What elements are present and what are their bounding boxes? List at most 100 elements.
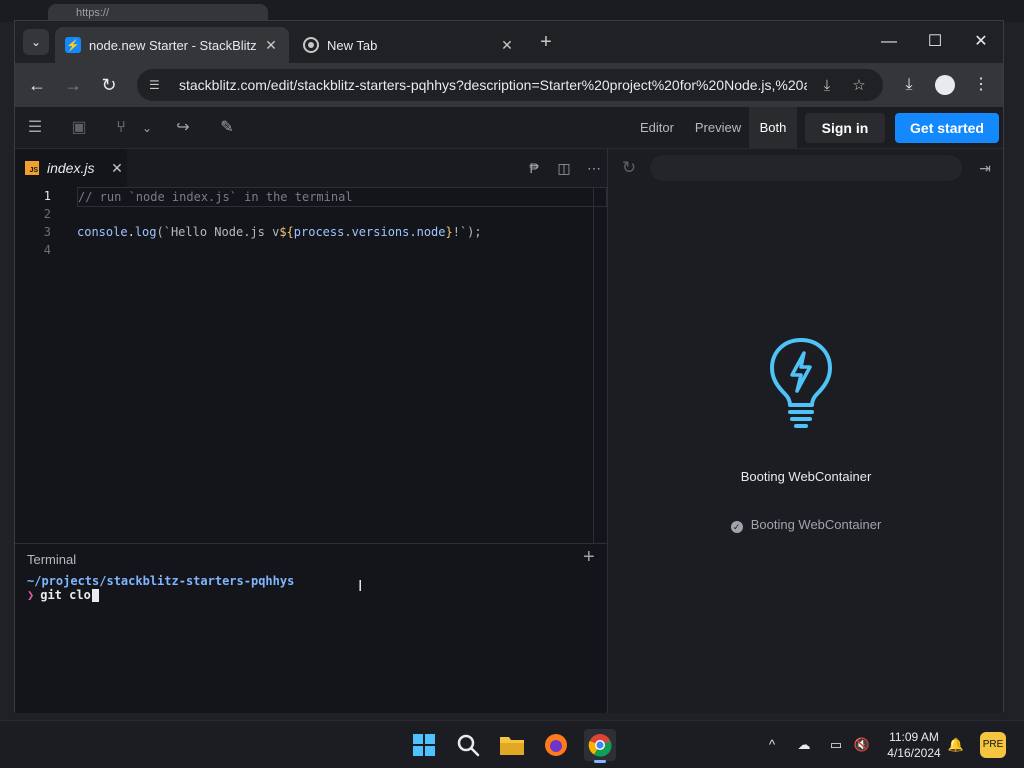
stackblitz-header: ☰ ▣ ⑂ ⌄ ↪ ✎ Editor Preview Both Sign in …	[15, 107, 1003, 149]
close-file-icon[interactable]: ✕	[107, 160, 127, 177]
more-options-icon[interactable]: ⋯	[583, 157, 605, 179]
terminal-title: Terminal	[27, 552, 77, 567]
add-terminal-button[interactable]: +	[583, 546, 595, 569]
view-both-tab[interactable]: Both	[749, 107, 797, 149]
preview-toolbar: ↻ ⇥	[608, 149, 1004, 187]
code-editor: JS index.js ✕ ₱ ◫ ⋯ 1 // run `node index…	[15, 149, 607, 543]
code-line: 4	[15, 241, 607, 259]
view-preview-tab[interactable]: Preview	[687, 107, 749, 149]
firefox-icon[interactable]	[540, 729, 572, 761]
tab-stackblitz[interactable]: ⚡ node.new Starter - StackBlitz ✕	[55, 27, 289, 63]
code-comment: // run `node index.js` in the terminal	[77, 187, 607, 207]
new-tab-button[interactable]: +	[535, 31, 557, 53]
fork-icon[interactable]: ⑂	[109, 116, 133, 140]
chrome-taskbar-icon[interactable]	[584, 729, 616, 763]
tab-label: node.new Starter - StackBlitz	[89, 37, 257, 53]
tab-strip: ⌄ ⚡ node.new Starter - StackBlitz ✕ New …	[15, 21, 1003, 63]
chevron-down-icon: ⌄	[30, 35, 42, 49]
file-tab-label: index.js	[47, 160, 95, 176]
split-editor-icon[interactable]: ◫	[553, 157, 575, 179]
windows-taskbar: ^ ☁ ▭ 🔇 11:09 AM 4/16/2024 🔔 PRE	[0, 720, 1024, 768]
background-tab-label: https://	[76, 7, 110, 19]
maximize-button[interactable]: ☐	[913, 29, 957, 55]
get-started-button[interactable]: Get started	[895, 113, 999, 143]
close-tab-icon[interactable]: ✕	[499, 37, 515, 54]
code-lines[interactable]: 1 // run `node index.js` in the terminal…	[15, 187, 607, 259]
install-app-icon[interactable]: ⤓	[815, 77, 839, 94]
notification-bell-icon[interactable]: 🔔	[946, 735, 966, 755]
close-tab-icon[interactable]: ✕	[263, 37, 279, 54]
forward-button[interactable]: →	[61, 73, 85, 97]
file-tab-index-js[interactable]: JS index.js ✕	[15, 149, 127, 187]
code-line: 2	[15, 205, 607, 223]
prettier-format-icon[interactable]: ₱	[523, 157, 545, 179]
tab-new-tab[interactable]: New Tab ✕	[293, 27, 525, 63]
code-token: }	[445, 225, 453, 239]
line-number: 2	[43, 207, 51, 221]
code-token: !`);	[452, 225, 482, 239]
minimize-button[interactable]: —	[867, 29, 911, 55]
close-window-button[interactable]: ✕	[959, 29, 1003, 55]
code-line: 1 // run `node index.js` in the terminal	[15, 187, 607, 207]
tab-search-button[interactable]: ⌄	[23, 29, 49, 55]
menu-kebab-icon[interactable]: ⋮	[969, 73, 993, 97]
downloads-icon[interactable]: ⤓	[897, 73, 921, 97]
hamburger-menu-icon[interactable]: ☰	[23, 116, 47, 140]
terminal-prompt: ❯	[27, 588, 35, 602]
share-icon[interactable]: ↪	[171, 116, 195, 140]
address-text: stackblitz.com/edit/stackblitz-starters-…	[179, 77, 807, 93]
display-icon[interactable]: ▭	[826, 735, 846, 755]
code-text: console.log(`Hello Node.js v${process.ve…	[77, 223, 482, 241]
bookmark-star-icon[interactable]: ☆	[847, 76, 871, 94]
js-file-icon: JS	[25, 161, 39, 175]
profile-avatar-icon[interactable]	[935, 75, 955, 95]
terminal-cursor	[91, 588, 99, 602]
text-cursor-ibeam-icon: I	[358, 578, 363, 595]
boot-title: Booting WebContainer	[740, 469, 872, 484]
boot-status-text: Booting WebContainer	[750, 517, 882, 532]
code-token: process.versions.node	[293, 225, 446, 239]
edit-pencil-icon[interactable]: ✎	[215, 116, 239, 140]
view-editor-tab[interactable]: Editor	[629, 107, 685, 149]
active-app-indicator	[594, 760, 606, 763]
copilot-pre-icon[interactable]: PRE	[980, 732, 1006, 758]
start-windows-icon[interactable]	[408, 729, 440, 761]
fork-chevron-down-icon[interactable]: ⌄	[135, 116, 159, 140]
code-line: 3 console.log(`Hello Node.js v${process.…	[15, 223, 607, 241]
browser-window: ⌄ ⚡ node.new Starter - StackBlitz ✕ New …	[14, 20, 1004, 713]
clock[interactable]: 11:09 AM 4/16/2024	[880, 729, 948, 761]
line-number: 3	[43, 225, 51, 239]
check-circle-icon: ✓	[730, 521, 743, 533]
site-info-icon[interactable]: ☰	[149, 78, 167, 92]
terminal-panel[interactable]: Terminal + ~/projects/stackblitz-starter…	[15, 543, 607, 713]
address-bar[interactable]: ☰ stackblitz.com/edit/stackblitz-starter…	[137, 69, 883, 101]
clock-date: 4/16/2024	[887, 746, 941, 760]
reload-button[interactable]: ↻	[97, 73, 121, 97]
tray-chevron-up-icon[interactable]: ^	[762, 735, 782, 755]
preview-reload-icon[interactable]: ↻	[618, 157, 640, 179]
terminal-command: git clo	[40, 588, 91, 602]
tab-label: New Tab	[327, 37, 378, 53]
search-icon[interactable]	[452, 729, 484, 761]
code-token: ${	[279, 225, 294, 239]
line-number: 4	[43, 243, 51, 257]
terminal-cwd: ~/projects/stackblitz-starters-pqhhys	[27, 574, 295, 588]
back-button[interactable]: ←	[25, 73, 49, 97]
boot-status: ✓ Booting WebContainer	[608, 517, 1004, 533]
code-token: log	[134, 225, 157, 239]
lightbulb-bolt-icon	[770, 338, 832, 428]
clock-time: 11:09 AM	[889, 730, 939, 744]
file-explorer-icon[interactable]	[496, 729, 528, 761]
sign-in-button[interactable]: Sign in	[805, 113, 885, 143]
volume-muted-icon[interactable]: 🔇	[852, 735, 872, 755]
code-token: (`Hello Node.js v	[156, 225, 280, 239]
terminal-input-line[interactable]: ❯ git clo	[27, 588, 99, 602]
save-icon[interactable]: ▣	[67, 116, 91, 140]
stackblitz-bolt-icon: ⚡	[65, 37, 81, 53]
network-offline-icon[interactable]: ☁	[794, 735, 814, 755]
preview-url-bar[interactable]	[650, 155, 962, 181]
editor-scrollbar[interactable]	[593, 187, 594, 543]
collapse-preview-icon[interactable]: ⇥	[974, 157, 996, 179]
preview-panel: ↻ ⇥ Booting WebContainer ✓ Booting WebCon…	[607, 149, 1003, 713]
code-token: .	[127, 225, 135, 239]
